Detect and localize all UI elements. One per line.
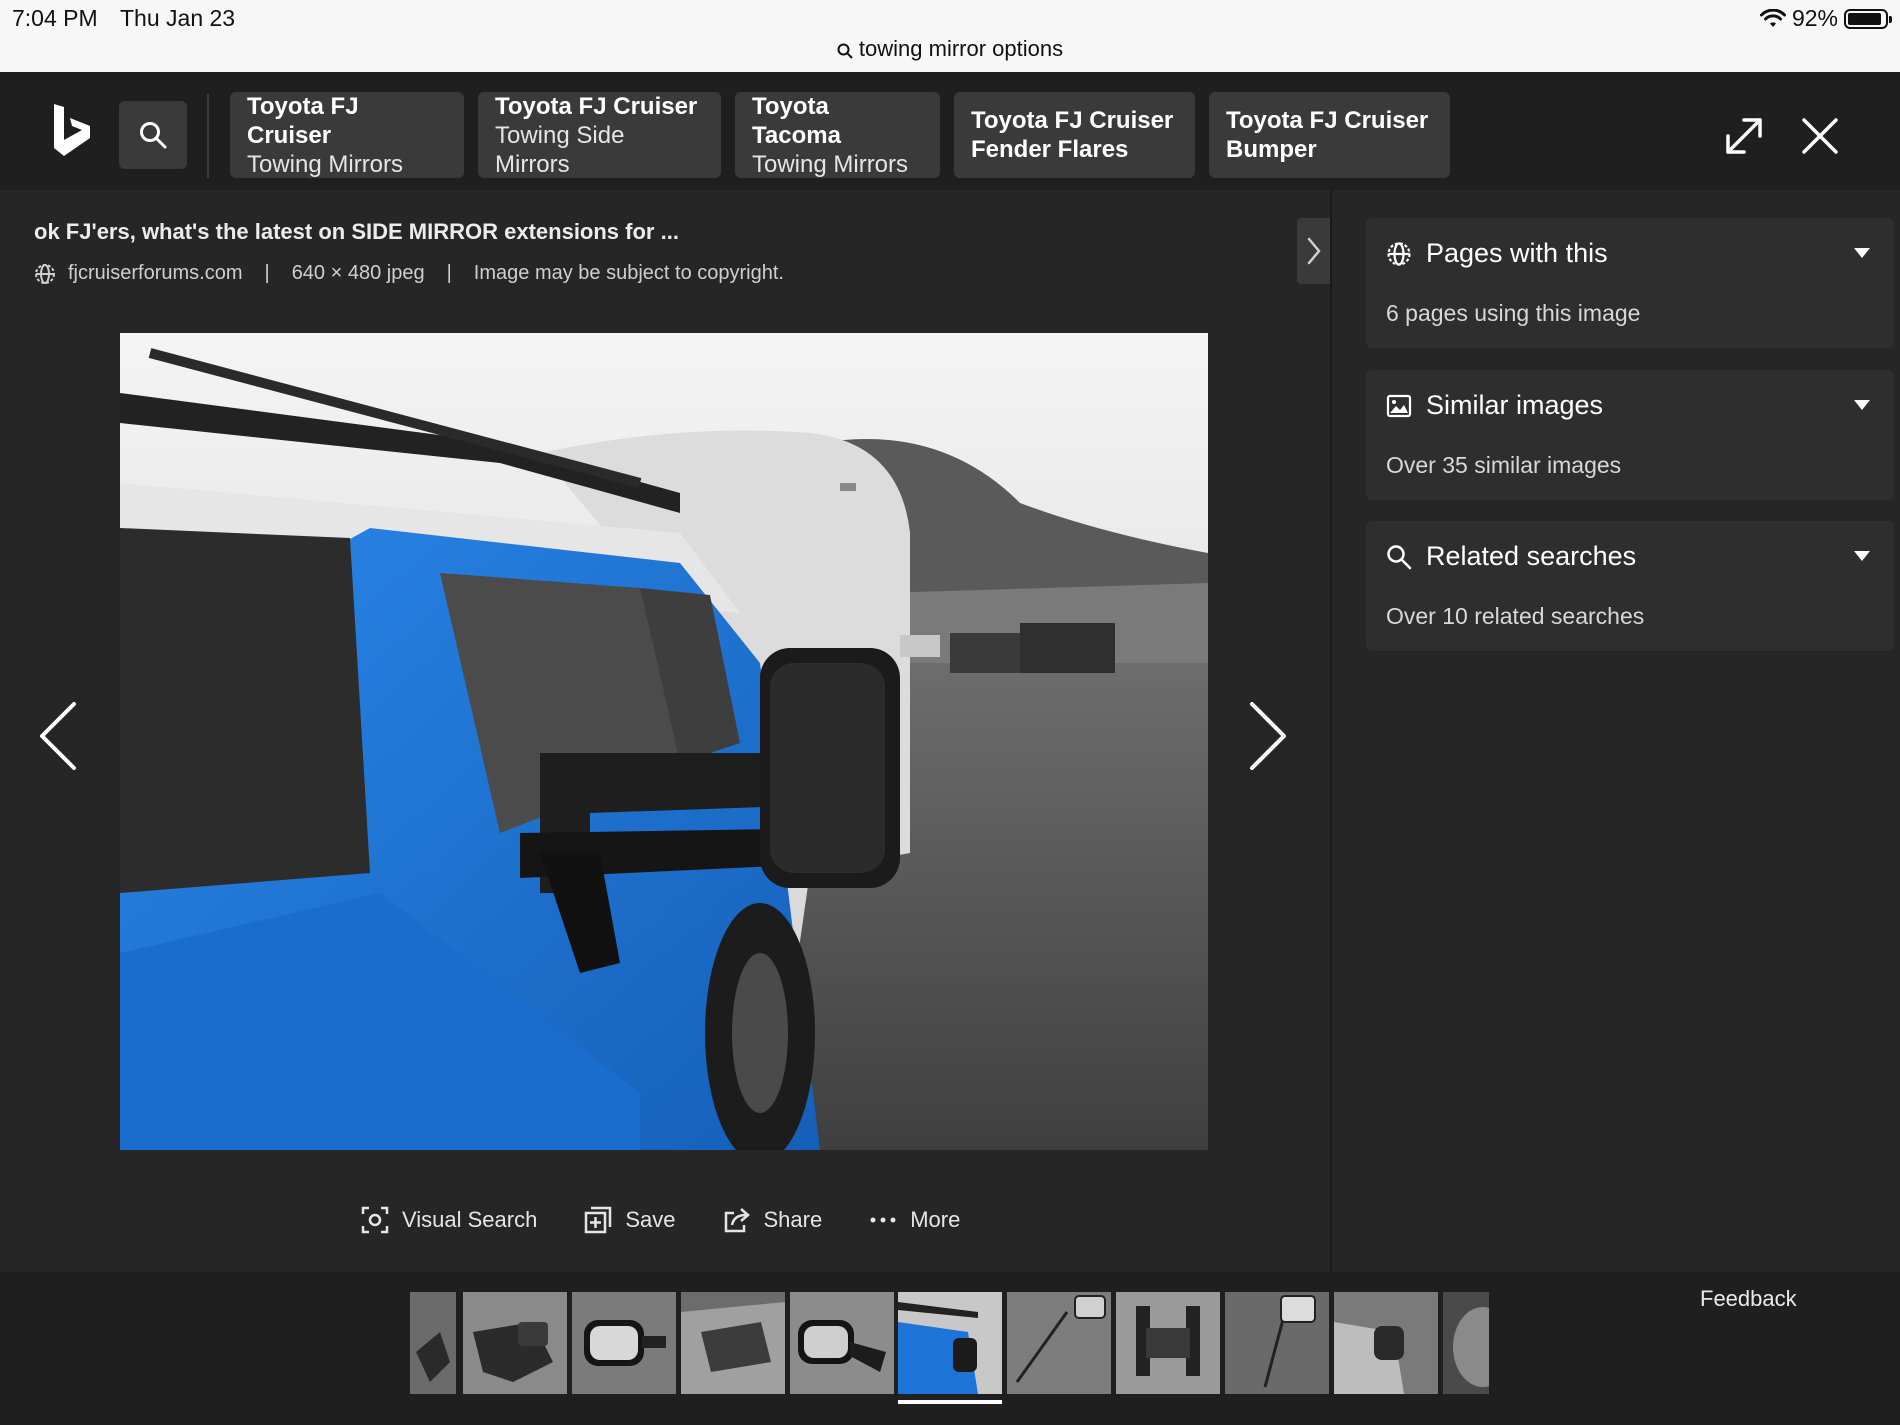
chip-line1: Toyota FJ Cruiser <box>1226 107 1429 134</box>
related-chip-5[interactable]: Toyota FJ Cruiser Bumper <box>1209 92 1450 178</box>
visual-search-icon <box>361 1206 389 1234</box>
chip-line1: Toyota FJ Cruiser <box>971 107 1174 134</box>
visual-search-label: Visual Search <box>402 1207 538 1232</box>
visual-search-button[interactable]: Visual Search <box>360 1205 537 1235</box>
chip-line2: Towing Side Mirrors <box>495 121 625 178</box>
image-icon <box>1386 394 1412 417</box>
search-button[interactable] <box>119 101 187 169</box>
share-button[interactable]: Share <box>722 1205 823 1235</box>
image-title[interactable]: ok FJ'ers, what's the latest on SIDE MIR… <box>34 219 679 245</box>
related-chip-2[interactable]: Toyota FJ Cruiser Towing Side Mirrors <box>478 92 721 178</box>
globe-icon <box>35 263 55 284</box>
thumbnail[interactable] <box>1334 1292 1438 1394</box>
chip-line1: Toyota Tacoma <box>752 92 841 149</box>
thumbnail[interactable] <box>1116 1292 1220 1394</box>
address-bar[interactable]: towing mirror options <box>0 36 1900 62</box>
copyright-notice: Image may be subject to copyright. <box>473 262 784 284</box>
related-searches-card[interactable]: Related searches Over 10 related searche… <box>1366 521 1894 651</box>
chip-line2: Bumper <box>1226 136 1317 163</box>
previous-image-icon[interactable] <box>36 700 80 772</box>
header-divider <box>207 94 209 178</box>
address-text: towing mirror options <box>858 36 1064 61</box>
chip-line2: Towing Mirrors <box>247 150 404 178</box>
save-label: Save <box>625 1207 676 1232</box>
chip-line2: Towing Mirrors <box>752 150 909 178</box>
more-label: More <box>910 1207 961 1232</box>
collapse-panel-button[interactable] <box>1297 218 1331 284</box>
similar-images-card[interactable]: Similar images Over 35 similar images <box>1366 370 1894 500</box>
image-source[interactable]: fjcruiserforums.com <box>68 262 242 285</box>
status-bar: 7:04 PM Thu Jan 23 92% towing mirror opt… <box>0 0 1900 72</box>
chevron-down-icon[interactable] <box>1854 400 1870 410</box>
related-chip-1[interactable]: Toyota FJ Cruiser Towing Mirrors <box>230 92 464 178</box>
card-header: Related searches <box>1386 541 1636 572</box>
expand-icon[interactable] <box>1720 112 1768 160</box>
pages-with-this-card[interactable]: Pages with this 6 pages using this image <box>1366 218 1894 348</box>
chip-line2: Fender Flares <box>971 136 1129 163</box>
chevron-down-icon[interactable] <box>1854 248 1870 258</box>
chip-line1: Toyota FJ Cruiser <box>247 92 359 149</box>
more-button[interactable]: More <box>868 1205 960 1235</box>
thumbnail-filmstrip: Feedback <box>0 1272 1900 1425</box>
status-indicators: 92% <box>1759 5 1892 32</box>
bing-logo[interactable] <box>50 102 94 160</box>
image-dimensions: 640 × 480 jpeg <box>291 262 425 284</box>
save-button[interactable]: Save <box>583 1205 676 1235</box>
more-dots-icon <box>870 1217 896 1223</box>
status-date: Thu Jan 23 <box>120 5 236 31</box>
panel-divider <box>1330 190 1332 1272</box>
thumbnail-active[interactable] <box>898 1292 1002 1394</box>
main-image[interactable] <box>120 333 1208 1150</box>
globe-icon <box>1387 241 1411 266</box>
search-icon <box>1387 544 1412 569</box>
fj-cruiser-photo <box>120 333 1208 1150</box>
card-title: Related searches <box>1426 541 1637 571</box>
image-actions: Visual Search Save Share More <box>360 1205 1006 1235</box>
thumbnail[interactable] <box>1225 1292 1329 1394</box>
thumbnail[interactable] <box>410 1292 456 1394</box>
close-icon[interactable] <box>1796 112 1844 160</box>
active-thumbnail-indicator <box>898 1400 1002 1404</box>
thumbnail[interactable] <box>463 1292 567 1394</box>
search-icon <box>140 122 167 149</box>
thumbnail[interactable] <box>1443 1292 1489 1394</box>
image-meta: fjcruiserforums.com | 640 × 480 jpeg | I… <box>34 262 784 285</box>
meta-separator: | <box>264 262 270 284</box>
meta-separator: | <box>446 262 452 284</box>
next-image-icon[interactable] <box>1246 700 1290 772</box>
related-chip-4[interactable]: Toyota FJ Cruiser Fender Flares <box>954 92 1195 178</box>
card-title: Similar images <box>1426 390 1604 420</box>
thumbnail[interactable] <box>681 1292 785 1394</box>
search-icon <box>837 43 853 59</box>
thumbnail[interactable] <box>1007 1292 1111 1394</box>
chevron-right-icon <box>1307 237 1321 265</box>
card-subtitle[interactable]: 6 pages using this image <box>1386 300 1640 327</box>
card-title: Pages with this <box>1426 238 1608 268</box>
share-icon <box>724 1208 750 1233</box>
save-icon <box>585 1206 612 1234</box>
status-time: 7:04 PM <box>12 5 98 31</box>
thumbnail[interactable] <box>572 1292 676 1394</box>
card-header: Similar images <box>1386 390 1603 421</box>
image-viewer-header: Toyota FJ Cruiser Towing Mirrors Toyota … <box>0 72 1900 190</box>
feedback-link[interactable]: Feedback <box>1700 1286 1797 1312</box>
thumbnail[interactable] <box>790 1292 894 1394</box>
card-header: Pages with this <box>1386 238 1608 269</box>
card-subtitle[interactable]: Over 10 related searches <box>1386 603 1644 630</box>
wifi-icon <box>1759 8 1786 27</box>
chip-line1: Toyota FJ Cruiser <box>495 92 698 120</box>
battery-percent: 92% <box>1791 5 1838 31</box>
related-chip-3[interactable]: Toyota Tacoma Towing Mirrors <box>735 92 940 178</box>
card-subtitle[interactable]: Over 35 similar images <box>1386 452 1621 479</box>
battery-icon <box>1844 8 1892 29</box>
chevron-down-icon[interactable] <box>1854 551 1870 561</box>
share-label: Share <box>763 1207 823 1232</box>
